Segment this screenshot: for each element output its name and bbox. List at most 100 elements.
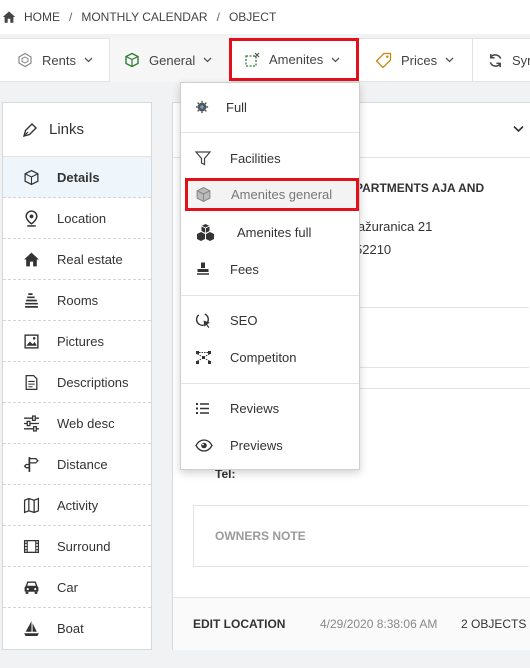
link-item-real-estate[interactable]: Real estate [3, 239, 151, 280]
link-item-location[interactable]: Location [3, 198, 151, 239]
apartment-name: PARTMENTS AJA AND [355, 181, 485, 195]
map-icon [23, 497, 40, 513]
menu-item-label: Amenites general [231, 187, 333, 202]
amenites-icon [245, 52, 260, 67]
home-icon[interactable] [2, 10, 16, 24]
objects-count: 2 OBJECTS [461, 617, 527, 631]
link-label: Surround [57, 538, 111, 554]
rents-label: Rents [42, 52, 76, 68]
menu-item-label: Fees [230, 261, 259, 277]
sync-label: Syn [512, 52, 530, 68]
link-item-details[interactable]: Details [3, 157, 151, 198]
link-item-activity[interactable]: Activity [3, 485, 151, 526]
owners-note-label: OWNERS NOTE [215, 529, 306, 543]
link-label: Car [57, 579, 78, 595]
link-label: Distance [57, 456, 108, 472]
chevron-down-icon [445, 57, 454, 63]
link-item-descriptions[interactable]: Descriptions [3, 362, 151, 403]
menu-item-label: Reviews [230, 400, 280, 416]
car-icon [24, 580, 39, 594]
menu-item-label: Competiton [230, 349, 297, 365]
bed-icon [25, 292, 38, 308]
list-icon [196, 402, 209, 414]
menu-item-label: Full [226, 99, 247, 115]
boxes-icon [197, 224, 214, 241]
menu-divider [181, 132, 359, 133]
breadcrumb-separator: / [69, 10, 73, 24]
breadcrumb-separator: / [216, 10, 220, 24]
link-label: Web desc [57, 415, 115, 431]
breadcrumb-home[interactable]: HOME [24, 10, 60, 24]
menu-item-seo[interactable]: SEO [181, 303, 359, 337]
menu-item-previews[interactable]: Previews [181, 428, 359, 462]
menu-item-amenites-general[interactable]: Amenites general [185, 178, 359, 211]
gear-icon [195, 100, 209, 114]
rents-icon [18, 52, 32, 68]
sync-menu-button[interactable]: Syn [474, 38, 530, 82]
menu-item-label: Facilities [230, 150, 281, 166]
link-label: Rooms [57, 292, 99, 308]
owners-note-box[interactable]: OWNERS NOTE [193, 505, 529, 567]
link-label: Location [57, 210, 107, 226]
network-icon [196, 350, 211, 364]
map-pin-icon [25, 209, 38, 227]
links-header: Links [3, 103, 151, 157]
general-menu-button[interactable]: General [110, 38, 231, 82]
links-panel: Links Details Location Real estate Rooms [2, 102, 152, 650]
edit-location-link[interactable]: EDIT LOCATION [193, 617, 285, 631]
card-footer: EDIT LOCATION 4/29/2020 8:38:06 AM 2 OBJ… [173, 597, 530, 650]
prices-label: Prices [401, 52, 438, 68]
links-title: Links [49, 121, 85, 138]
amenites-label: Amenites [269, 52, 324, 67]
menu-divider [181, 295, 359, 296]
link-label: Descriptions [57, 374, 129, 390]
sliders-icon [24, 414, 39, 432]
link-item-boat[interactable]: Boat [3, 608, 151, 649]
film-icon [23, 539, 40, 553]
search-cursor-icon [195, 312, 210, 328]
link-item-web-desc[interactable]: Web desc [3, 403, 151, 444]
menu-item-competiton[interactable]: Competiton [181, 340, 359, 374]
timestamp: 4/29/2020 8:38:06 AM [320, 617, 438, 631]
sailboat-icon [24, 621, 39, 636]
amenites-menu-button[interactable]: Amenites [229, 38, 359, 81]
breadcrumb-monthly-calendar[interactable]: MONTHLY CALENDAR [81, 10, 207, 24]
breadcrumb: HOME / MONTHLY CALENDAR / OBJECT [0, 0, 530, 34]
menu-item-fees[interactable]: Fees [181, 252, 359, 286]
cube-icon [24, 169, 39, 185]
stamp-icon [197, 262, 209, 275]
link-item-pictures[interactable]: Pictures [3, 321, 151, 362]
chevron-down-icon [84, 57, 93, 63]
sync-icon [489, 53, 502, 67]
rents-menu-button[interactable]: Rents [0, 38, 109, 82]
signpost-icon [23, 456, 39, 472]
filter-icon [195, 150, 211, 165]
link-label: Boat [57, 621, 84, 636]
link-label: Pictures [57, 333, 104, 349]
toolbar-divider [472, 38, 473, 82]
link-item-rooms[interactable]: Rooms [3, 280, 151, 321]
link-item-surround[interactable]: Surround [3, 526, 151, 567]
address: lažuranica 21 [355, 219, 433, 234]
tag-icon [375, 52, 392, 68]
zip-code: 52210 [355, 242, 392, 257]
link-item-distance[interactable]: Distance [3, 444, 151, 485]
box-icon [196, 186, 211, 203]
menu-item-reviews[interactable]: Reviews [181, 391, 359, 425]
menu-item-label: Amenites full [237, 224, 312, 240]
link-label: Activity [57, 497, 99, 513]
menu-item-facilities[interactable]: Facilities [181, 141, 359, 175]
link-item-car[interactable]: Car [3, 567, 151, 608]
menu-item-amenites-full[interactable]: Amenites full [181, 215, 359, 249]
menu-item-full[interactable]: Full [181, 90, 359, 124]
general-label: General [149, 52, 196, 68]
chevron-down-icon [203, 57, 212, 63]
prices-menu-button[interactable]: Prices [361, 38, 471, 82]
house-icon [24, 252, 39, 266]
cube-icon [125, 52, 139, 68]
chevron-down-icon[interactable] [513, 125, 524, 133]
breadcrumb-object: OBJECT [228, 10, 277, 24]
eye-icon [195, 438, 213, 452]
chevron-down-icon [331, 57, 340, 62]
image-icon [24, 333, 39, 349]
